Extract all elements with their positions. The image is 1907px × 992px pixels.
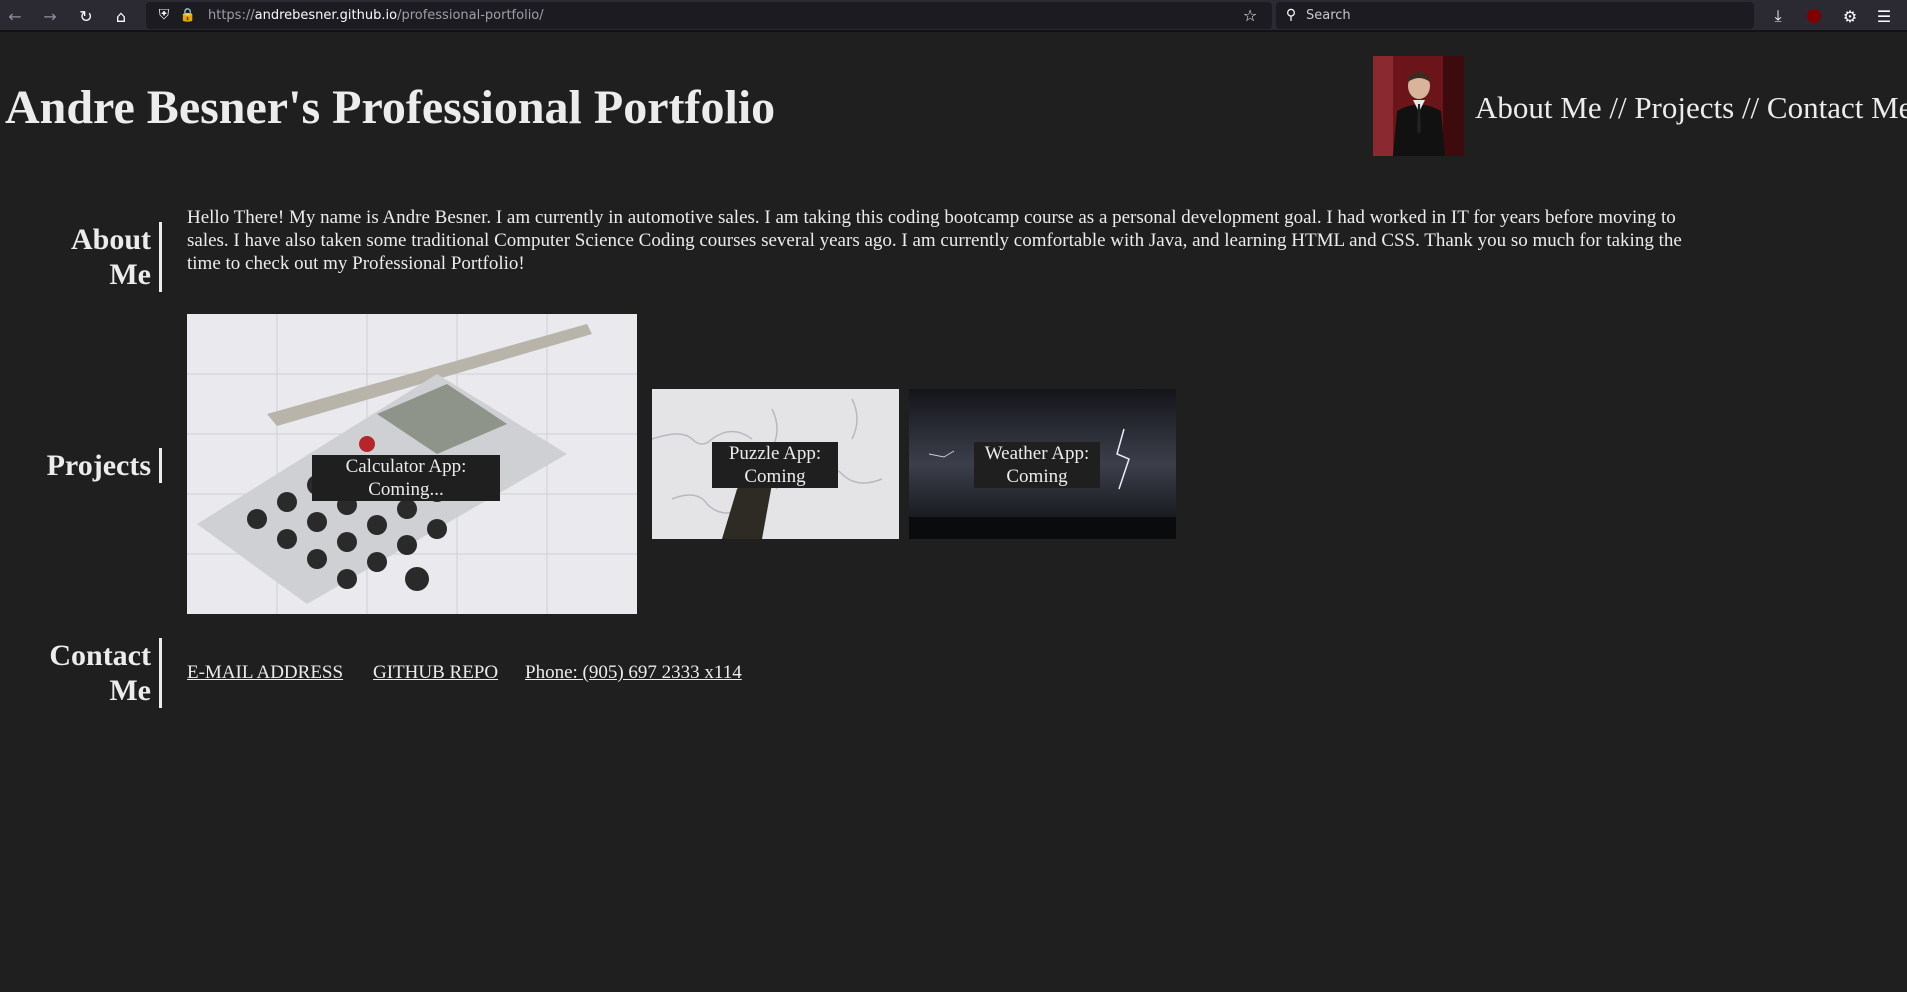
url-text[interactable]: https://andrebesner.github.io/profession… <box>208 8 544 23</box>
page-title: Andre Besner's Professional Portfolio <box>5 81 776 134</box>
project-caption: Puzzle App: Coming <box>712 442 838 488</box>
menu-icon[interactable]: ☰ <box>1872 4 1896 28</box>
nav-separator: // <box>1734 90 1767 125</box>
about-heading: About Me <box>30 222 162 292</box>
lock-icon[interactable]: 🔒 <box>176 3 200 27</box>
reload-icon[interactable]: ↻ <box>74 4 98 28</box>
shield-icon[interactable]: ⛨ <box>152 3 176 27</box>
nav-link-projects[interactable]: Projects <box>1634 90 1734 125</box>
nav-link-contact[interactable]: Contact Me <box>1767 90 1907 125</box>
search-icon: ⚲ <box>1285 7 1297 23</box>
browser-toolbar: ← → ↻ ⌂ ⛨ 🔒 https://andrebesner.github.i… <box>0 0 1907 32</box>
phone-link[interactable]: Phone: (905) 697 2333 x114 <box>525 662 742 684</box>
nav-link-about[interactable]: About Me <box>1475 90 1602 125</box>
about-paragraph: Hello There! My name is Andre Besner. I … <box>187 207 1682 274</box>
projects-heading: Projects <box>30 448 162 483</box>
project-caption: Weather App: Coming <box>974 442 1100 488</box>
search-input[interactable]: Search <box>1306 8 1351 23</box>
back-icon[interactable]: ← <box>3 4 27 28</box>
main-nav: About Me // Projects // Contact Me <box>1475 90 1907 126</box>
email-link[interactable]: E-MAIL ADDRESS <box>187 662 343 684</box>
contact-heading-line2: Me <box>109 674 151 707</box>
profile-photo <box>1373 56 1464 156</box>
portrait-image <box>1373 56 1464 156</box>
address-bar[interactable]: ⛨ 🔒 https://andrebesner.github.io/profes… <box>146 2 1272 29</box>
project-caption: Calculator App: Coming... <box>312 455 500 501</box>
downloads-icon[interactable]: ⤓ <box>1766 4 1790 28</box>
project-card-calculator[interactable]: Calculator App: Coming... <box>187 314 637 614</box>
extensions-icon[interactable]: ⚙ <box>1838 4 1862 28</box>
home-icon[interactable]: ⌂ <box>109 4 133 28</box>
ublock-extension-icon[interactable] <box>1802 4 1826 28</box>
project-card-puzzle[interactable]: Puzzle App: Coming <box>652 389 899 539</box>
nav-separator: // <box>1601 90 1635 125</box>
bookmark-star-icon[interactable]: ☆ <box>1238 3 1262 27</box>
github-link[interactable]: GITHUB REPO <box>373 662 498 684</box>
project-card-weather[interactable]: Weather App: Coming <box>909 389 1176 539</box>
search-bar[interactable]: ⚲ Search <box>1276 2 1754 29</box>
forward-icon[interactable]: → <box>38 4 62 28</box>
contact-heading-line1: Contact <box>49 639 151 672</box>
contact-heading: Contact Me <box>30 638 162 708</box>
